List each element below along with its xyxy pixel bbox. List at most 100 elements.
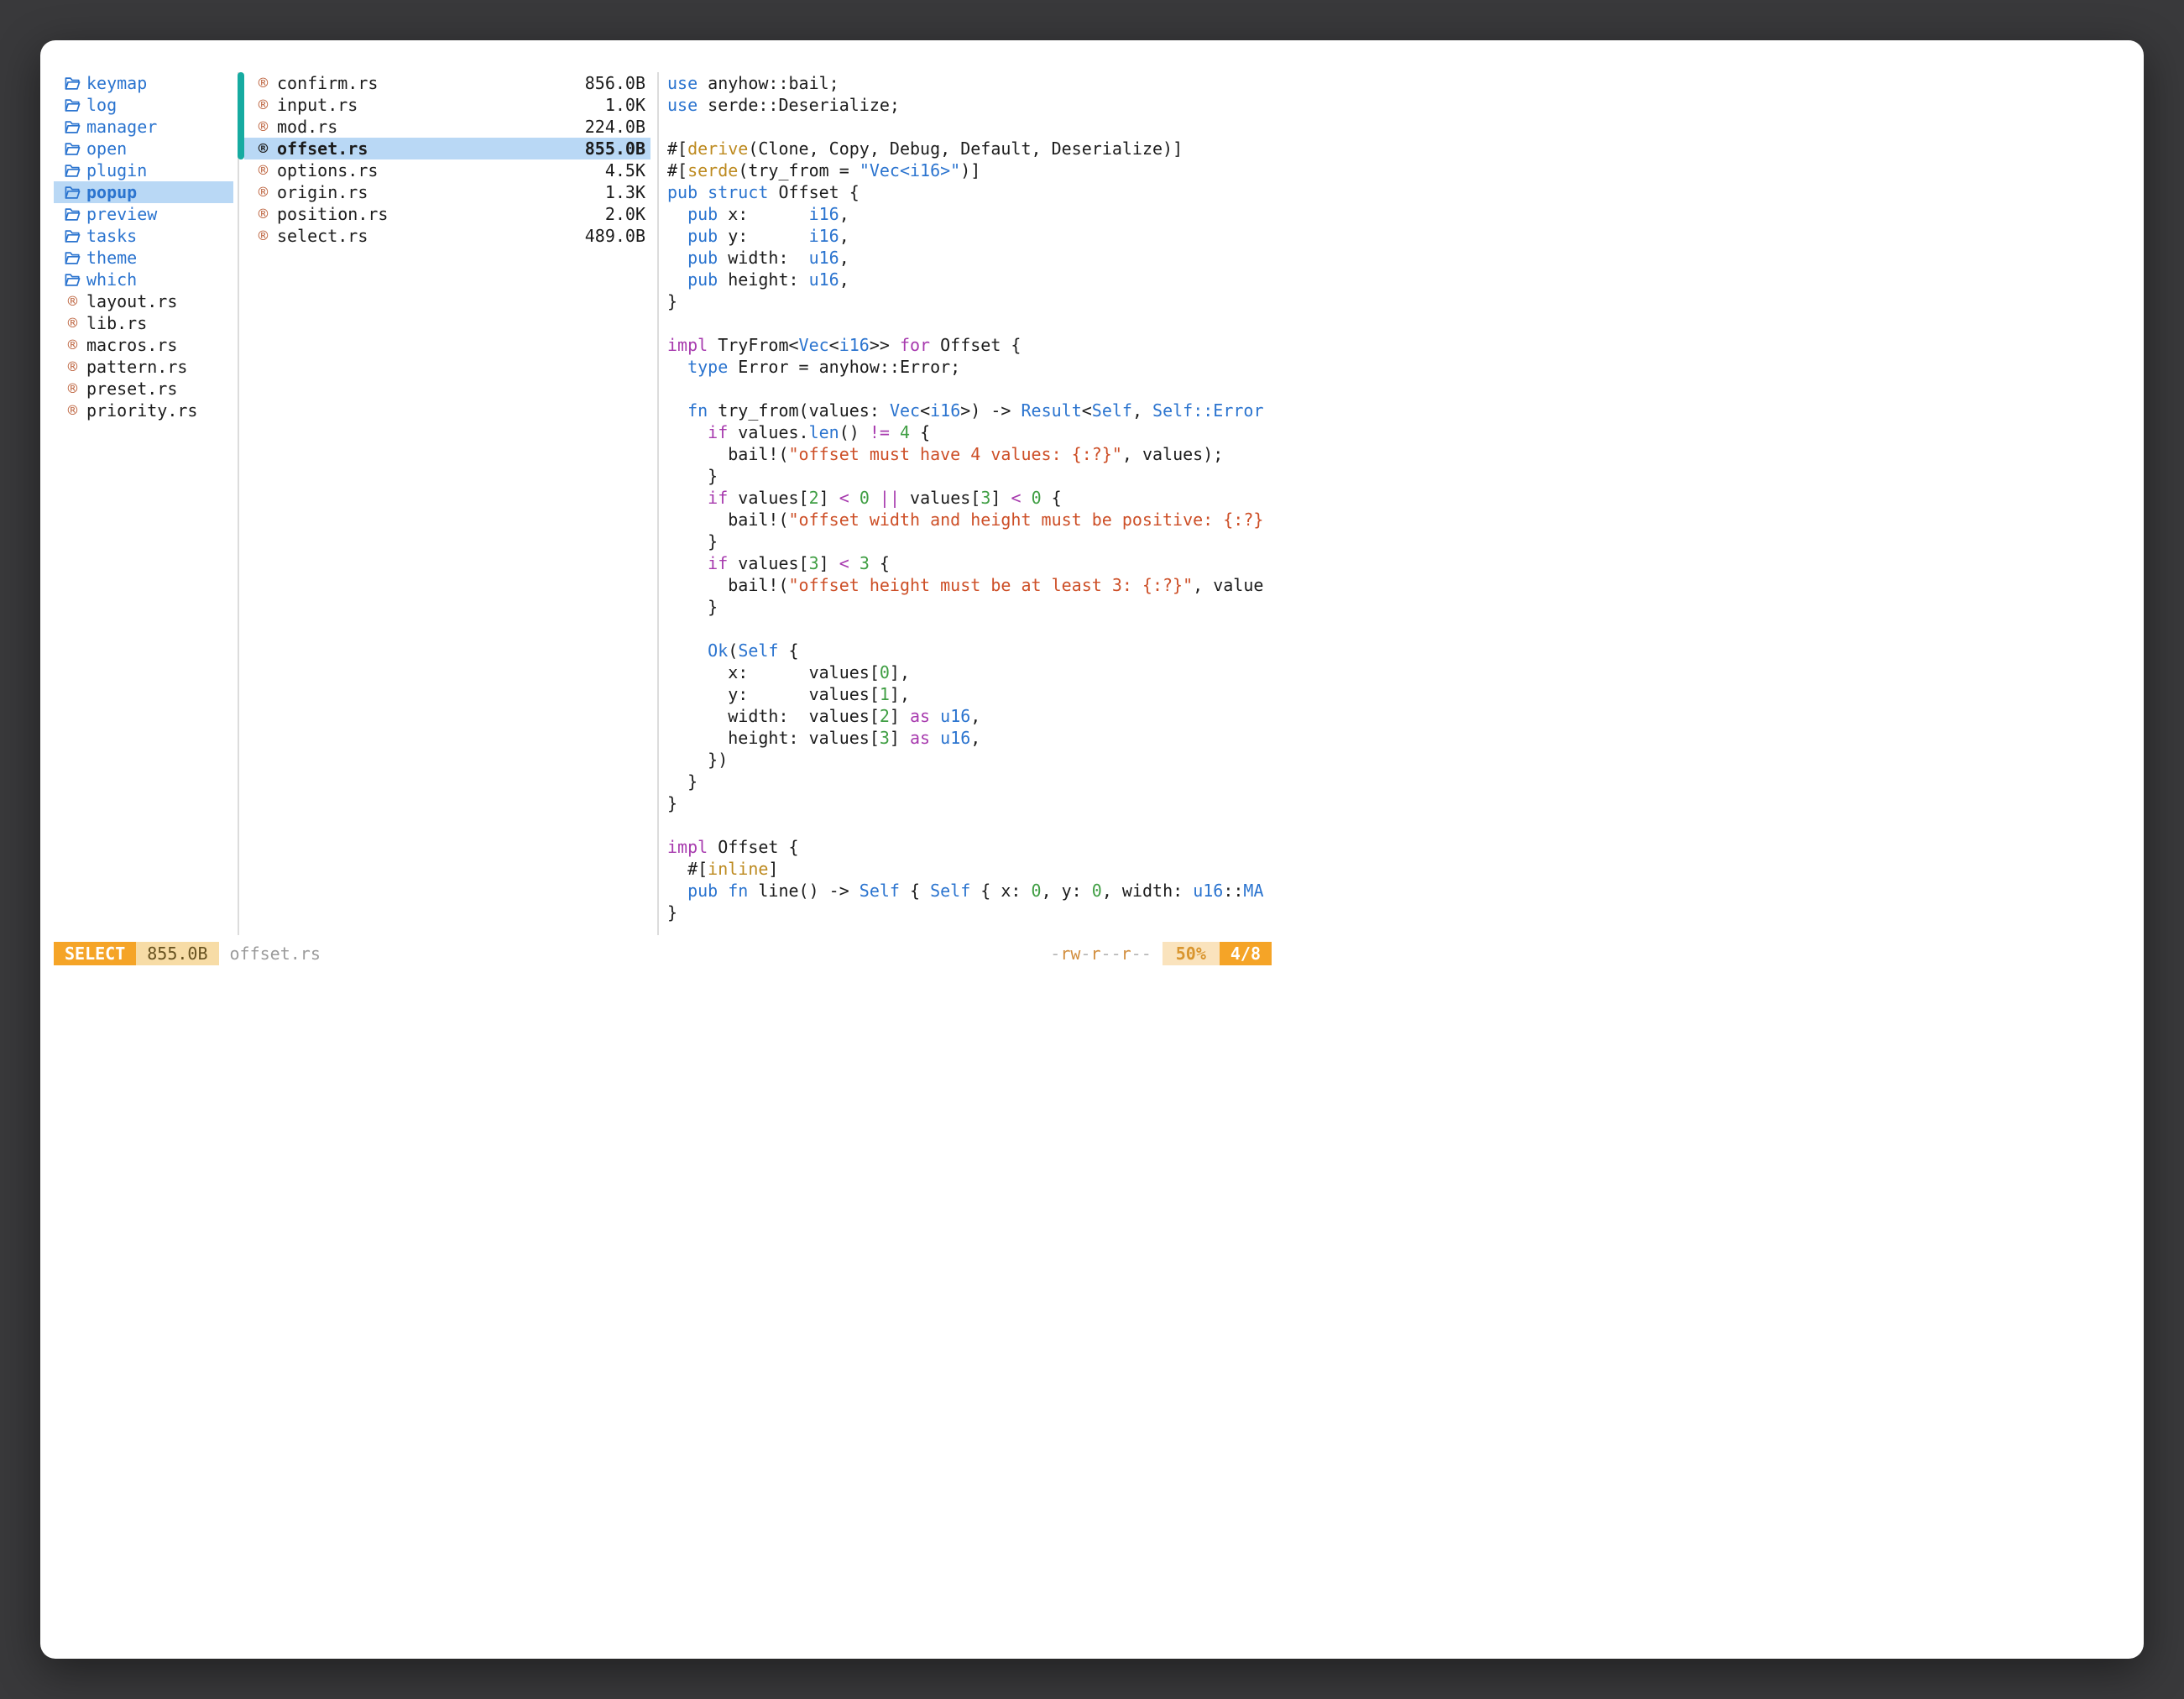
entry-name: position.rs: [277, 203, 388, 225]
code-line: #[derive(Clone, Copy, Debug, Default, De…: [667, 138, 1275, 159]
code-line: if values[2] < 0 || values[3] < 0 {: [667, 487, 1275, 509]
permissions: -rw-r--r--: [1050, 944, 1151, 964]
code-line: if values.len() != 4 {: [667, 421, 1275, 443]
rust-file-icon: ®: [255, 185, 271, 201]
entry-name: lib.rs: [86, 312, 147, 334]
dir-row-popup[interactable]: popup: [54, 181, 233, 203]
rust-file-icon: ®: [255, 76, 271, 91]
code-line: impl TryFrom<Vec<i16>> for Offset {: [667, 334, 1275, 356]
preview-pane: use anyhow::bail;use serde::Deserialize;…: [667, 72, 1275, 923]
folder-icon: [65, 229, 81, 243]
code-line: bail!("offset height must be at least 3:…: [667, 574, 1275, 596]
code-line: [667, 814, 1275, 836]
file-manager-window: keymaplogmanageropenpluginpopuppreviewta…: [40, 40, 2144, 1659]
file-row-options.rs[interactable]: ®options.rs4.5K: [244, 159, 650, 181]
entry-name: tasks: [86, 225, 137, 247]
entry-name: which: [86, 269, 137, 290]
code-line: }: [667, 290, 1275, 312]
file-row-lib.rs[interactable]: ® lib.rs: [54, 312, 233, 334]
dir-row-log[interactable]: log: [54, 94, 233, 116]
entry-name: input.rs: [277, 94, 358, 116]
file-row-preset.rs[interactable]: ®preset.rs: [54, 378, 233, 400]
code-line: pub x: i16,: [667, 203, 1275, 225]
rust-file-icon: ®: [255, 119, 271, 135]
code-line: bail!("offset width and height must be p…: [667, 509, 1275, 531]
folder-icon: [65, 142, 81, 156]
code-line: [667, 116, 1275, 138]
entry-name: plugin: [86, 159, 147, 181]
code-line: pub width: u16,: [667, 247, 1275, 269]
rust-file-icon: ®: [255, 228, 271, 244]
rust-file-icon: ®: [65, 403, 81, 419]
current-pane: ®confirm.rs856.0B®input.rs1.0K®mod.rs224…: [244, 72, 650, 247]
code-line: [667, 618, 1275, 640]
entry-size: 224.0B: [585, 116, 650, 138]
file-row-input.rs[interactable]: ®input.rs1.0K: [244, 94, 650, 116]
code-line: pub fn line() -> Self { Self { x: 0, y: …: [667, 880, 1275, 902]
status-bar: SELECT 855.0B offset.rs -rw-r--r-- 50% 4…: [54, 942, 1272, 965]
file-row-priority.rs[interactable]: ®priority.rs: [54, 400, 233, 421]
code-line: pub struct Offset {: [667, 181, 1275, 203]
folder-icon: [65, 207, 81, 222]
pane-divider-right: [657, 72, 659, 935]
file-size-badge: 855.0B: [136, 942, 218, 965]
status-filename: offset.rs: [230, 944, 321, 964]
entry-name: keymap: [86, 72, 147, 94]
code-line: height: values[3] as u16,: [667, 727, 1275, 749]
folder-icon: [65, 186, 81, 200]
rust-file-icon: ®: [65, 337, 81, 353]
dir-row-preview[interactable]: preview: [54, 203, 233, 225]
dir-row-tasks[interactable]: tasks: [54, 225, 233, 247]
folder-icon: [65, 251, 81, 265]
dir-row-manager[interactable]: manager: [54, 116, 233, 138]
rust-file-icon: ®: [255, 141, 271, 157]
file-row-origin.rs[interactable]: ®origin.rs1.3K: [244, 181, 650, 203]
file-row-select.rs[interactable]: ®select.rs489.0B: [244, 225, 650, 247]
cursor-position-badge: 4/8: [1220, 942, 1272, 965]
file-row-confirm.rs[interactable]: ® confirm.rs 856.0B: [244, 72, 650, 94]
dir-row-theme[interactable]: theme: [54, 247, 233, 269]
entry-name: theme: [86, 247, 137, 269]
entry-name: macros.rs: [86, 334, 177, 356]
file-row-pattern.rs[interactable]: ®pattern.rs: [54, 356, 233, 378]
file-row-offset.rs[interactable]: ®offset.rs855.0B: [244, 138, 650, 159]
code-line: width: values[2] as u16,: [667, 705, 1275, 727]
entry-size: 856.0B: [585, 72, 650, 94]
file-row-layout.rs[interactable]: ®layout.rs: [54, 290, 233, 312]
entry-name: confirm.rs: [277, 72, 378, 94]
file-row-position.rs[interactable]: ® position.rs 2.0K: [244, 203, 650, 225]
folder-icon: [65, 120, 81, 134]
rust-file-icon: ®: [65, 316, 81, 332]
scrollbar-indicator[interactable]: [238, 72, 244, 159]
entry-size: 489.0B: [585, 225, 650, 247]
code-line: x: values[0],: [667, 661, 1275, 683]
code-line: }: [667, 531, 1275, 552]
entry-name: options.rs: [277, 159, 378, 181]
code-line: #[inline]: [667, 858, 1275, 880]
rust-file-icon: ®: [255, 206, 271, 222]
desktop-background: keymaplogmanageropenpluginpopuppreviewta…: [0, 0, 2184, 1699]
dir-row-keymap[interactable]: keymap: [54, 72, 233, 94]
entry-size: 2.0K: [605, 203, 650, 225]
rust-file-icon: ®: [255, 97, 271, 113]
dir-row-which[interactable]: which: [54, 269, 233, 290]
scroll-percent-badge: 50%: [1163, 942, 1220, 965]
code-line: pub height: u16,: [667, 269, 1275, 290]
folder-icon: [65, 76, 81, 91]
code-line: fn try_from(values: Vec<i16>) -> Result<…: [667, 400, 1275, 421]
dir-row-plugin[interactable]: plugin: [54, 159, 233, 181]
entry-name: origin.rs: [277, 181, 368, 203]
folder-icon: [65, 273, 81, 287]
code-line: }: [667, 596, 1275, 618]
code-line: [667, 378, 1275, 400]
code-line: pub y: i16,: [667, 225, 1275, 247]
file-row-mod.rs[interactable]: ®mod.rs224.0B: [244, 116, 650, 138]
code-line: impl Offset {: [667, 836, 1275, 858]
dir-row-open[interactable]: open: [54, 138, 233, 159]
file-row-macros.rs[interactable]: ® macros.rs: [54, 334, 233, 356]
entry-name: pattern.rs: [86, 356, 187, 378]
code-line: }): [667, 749, 1275, 771]
entry-size: 855.0B: [585, 138, 650, 159]
rust-file-icon: ®: [65, 381, 81, 397]
entry-name: manager: [86, 116, 157, 138]
